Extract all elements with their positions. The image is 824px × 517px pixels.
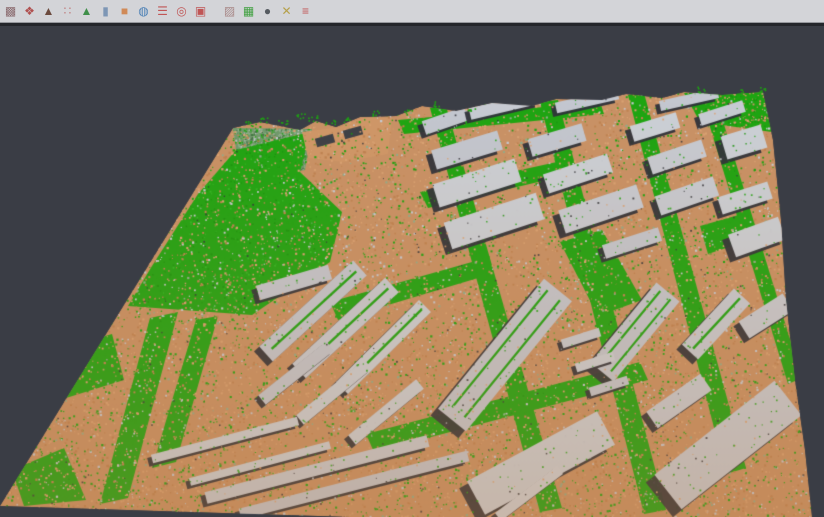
open-project-icon[interactable]: ▩ <box>2 3 19 20</box>
target-icon[interactable]: ◎ <box>173 3 190 20</box>
picker-icon[interactable]: ▨ <box>221 3 238 20</box>
layers-icon[interactable]: ≡ <box>297 3 314 20</box>
globe-icon[interactable]: ◍ <box>135 3 152 20</box>
app-window: ▩❖▲∷▲▮■◍☰◎▣▨▦●✕≡ <box>0 0 824 517</box>
point-cloud-viewport[interactable] <box>0 0 824 517</box>
terrain-icon[interactable]: ▲ <box>40 3 57 20</box>
box-icon[interactable]: ■ <box>116 3 133 20</box>
sphere-icon[interactable]: ● <box>259 3 276 20</box>
selection-icon[interactable]: ▣ <box>192 3 209 20</box>
points-icon[interactable]: ∷ <box>59 3 76 20</box>
mesh-icon[interactable]: ▲ <box>78 3 95 20</box>
classification-icon[interactable]: ▦ <box>240 3 257 20</box>
ruler-icon[interactable]: ▮ <box>97 3 114 20</box>
main-toolbar: ▩❖▲∷▲▮■◍☰◎▣▨▦●✕≡ <box>0 0 824 23</box>
list-icon[interactable]: ☰ <box>154 3 171 20</box>
save-icon[interactable]: ❖ <box>21 3 38 20</box>
clear-icon[interactable]: ✕ <box>278 3 295 20</box>
